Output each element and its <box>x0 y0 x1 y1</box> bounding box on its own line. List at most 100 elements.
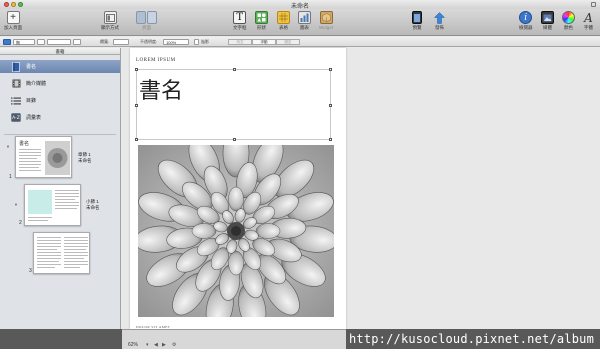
table-button[interactable]: 表格 <box>277 11 290 31</box>
svg-text:A-Z: A-Z <box>12 115 20 121</box>
section-name: 未命名 <box>86 205 100 210</box>
opacity-popup[interactable]: 100% <box>163 38 189 45</box>
fill-color-well[interactable] <box>3 38 11 45</box>
previous-page-icon[interactable]: ◀ <box>154 342 158 348</box>
shapes-button[interactable]: 形狀 <box>255 11 268 31</box>
layout-label: 顯示方式 <box>101 25 119 30</box>
thumbnail-page-number: 2 <box>19 220 22 226</box>
book-icon <box>11 61 21 72</box>
shadow-checkbox[interactable] <box>194 38 199 45</box>
fonts-label: 字體 <box>584 25 593 30</box>
title-text-box[interactable]: 書名 <box>135 68 332 141</box>
toolbar: + 加入頁面 顯示方式 頁面 T 文字框 形狀 表格 圖表 Widget 預覽 … <box>0 9 600 36</box>
disclosure-triangle-icon[interactable]: ▼ <box>14 202 18 207</box>
shapes-label: 形狀 <box>257 25 266 30</box>
chart-icon <box>298 11 311 24</box>
text-box-button[interactable]: T 文字框 <box>233 11 247 31</box>
book-title-text[interactable]: 書名 <box>139 73 183 105</box>
resize-handle[interactable] <box>135 138 138 141</box>
sidebar-item-label: 詞彙表 <box>26 115 42 121</box>
page-thumbnail[interactable] <box>33 232 90 274</box>
media-icon <box>541 11 554 24</box>
sidebar-item-toc[interactable]: 目錄 <box>0 94 120 107</box>
padding-label: 欄寬: <box>100 39 110 44</box>
sidebar-item-glossary[interactable]: A-Z 詞彙表 <box>0 111 120 124</box>
wrap-floating-button[interactable]: 浮動 <box>252 38 276 45</box>
zoom-menu-arrow-icon[interactable]: ▾ <box>146 342 149 348</box>
shadow-label: 陰影 <box>201 39 209 44</box>
layout-button[interactable]: 顯示方式 <box>101 11 119 31</box>
fonts-button[interactable]: A 字體 <box>582 11 595 31</box>
document-canvas[interactable]: LOREM IPSUM 書名 DOLOR SIT AMET <box>122 48 600 329</box>
resize-handle[interactable] <box>135 104 138 107</box>
preview-label: 預覽 <box>412 25 422 30</box>
zoom-popup[interactable]: 62% <box>128 342 138 348</box>
chart-button[interactable]: 圖表 <box>298 11 311 31</box>
svg-text:書名: 書名 <box>19 140 29 147</box>
plus-icon: + <box>6 11 20 24</box>
text-box-icon: T <box>233 11 247 24</box>
resize-handle[interactable] <box>233 68 236 71</box>
font-a-icon: A <box>584 10 593 25</box>
chapter-name: 未命名 <box>78 158 92 163</box>
publish-button[interactable]: 發佈 <box>433 11 446 31</box>
resize-handle[interactable] <box>329 104 332 107</box>
table-icon <box>277 11 290 24</box>
add-page-label: 加入頁面 <box>4 25 22 30</box>
next-page-icon[interactable]: ▶ <box>162 342 166 348</box>
title-bar: 未命名 <box>0 0 600 10</box>
widget-button[interactable]: Widget <box>319 11 333 30</box>
resize-handle[interactable] <box>329 138 332 141</box>
stroke-style-well[interactable] <box>73 38 81 45</box>
single-page-icon[interactable] <box>136 11 146 24</box>
sidebar: 書籍 書名 簡介媒體 目錄 A-Z 詞彙表 ▼ 書名 1 章節 1 未命名 ▼ … <box>0 48 121 329</box>
disclosure-triangle-icon[interactable]: ▼ <box>6 144 10 149</box>
thumbnail-page-number: 3 <box>29 268 32 274</box>
text-box-label: 文字框 <box>233 25 247 30</box>
stroke-width-popup[interactable] <box>47 38 71 45</box>
sidebar-header: 書籍 <box>0 48 120 55</box>
wrap-inline-button[interactable]: 內文 <box>228 38 252 45</box>
colors-label: 顏色 <box>564 25 573 30</box>
widget-icon <box>319 11 333 24</box>
sidebar-item-intro-media[interactable]: 簡介媒體 <box>0 77 120 90</box>
thumbnail-page-number: 1 <box>9 174 12 180</box>
style-value: 無 <box>16 39 20 45</box>
inspector-label: 檢閱器 <box>519 25 533 30</box>
padding-field[interactable] <box>113 38 129 45</box>
preview-button[interactable]: 預覽 <box>412 11 422 31</box>
book-page[interactable]: LOREM IPSUM 書名 DOLOR SIT AMET <box>130 48 346 329</box>
style-popup[interactable]: 無 <box>13 38 35 45</box>
gear-icon[interactable]: ⚙ <box>172 342 176 348</box>
ipad-icon <box>412 11 422 24</box>
widget-label: Widget <box>319 25 334 30</box>
sidebar-item-label: 簡介媒體 <box>26 81 47 87</box>
shapes-icon <box>255 11 268 24</box>
page-view-control[interactable]: 頁面 <box>136 11 157 31</box>
list-icon <box>11 96 21 106</box>
chapter-thumbnail[interactable]: 書名 <box>15 136 72 178</box>
table-label: 表格 <box>279 25 288 30</box>
media-button[interactable]: 媒體 <box>541 11 554 31</box>
facing-pages-icon[interactable] <box>147 11 157 24</box>
add-page-button[interactable]: + 加入頁面 <box>4 11 22 31</box>
stroke-color-well[interactable] <box>37 38 45 45</box>
wrap-anchored-button[interactable]: 固定 <box>276 38 300 45</box>
fullscreen-button[interactable] <box>591 2 596 7</box>
section-title-label: 小節 1 未命名 <box>86 199 100 211</box>
resize-handle[interactable] <box>233 138 236 141</box>
section-thumbnail[interactable] <box>24 184 81 226</box>
colors-button[interactable]: 顏色 <box>562 11 575 31</box>
resize-handle[interactable] <box>135 68 138 71</box>
media-label: 媒體 <box>543 25 552 30</box>
sidebar-item-label: 書名 <box>26 64 37 70</box>
page-header-text[interactable]: LOREM IPSUM <box>136 58 176 63</box>
sidebar-item-book-title[interactable]: 書名 <box>0 60 120 73</box>
dahlia-photo[interactable] <box>138 145 334 317</box>
sidebar-item-label: 目錄 <box>26 98 37 104</box>
publish-arrow-icon <box>433 11 446 24</box>
resize-handle[interactable] <box>329 68 332 71</box>
layout-icon <box>103 11 117 24</box>
glossary-az-icon: A-Z <box>11 113 21 123</box>
inspector-button[interactable]: i 檢閱器 <box>519 11 533 31</box>
